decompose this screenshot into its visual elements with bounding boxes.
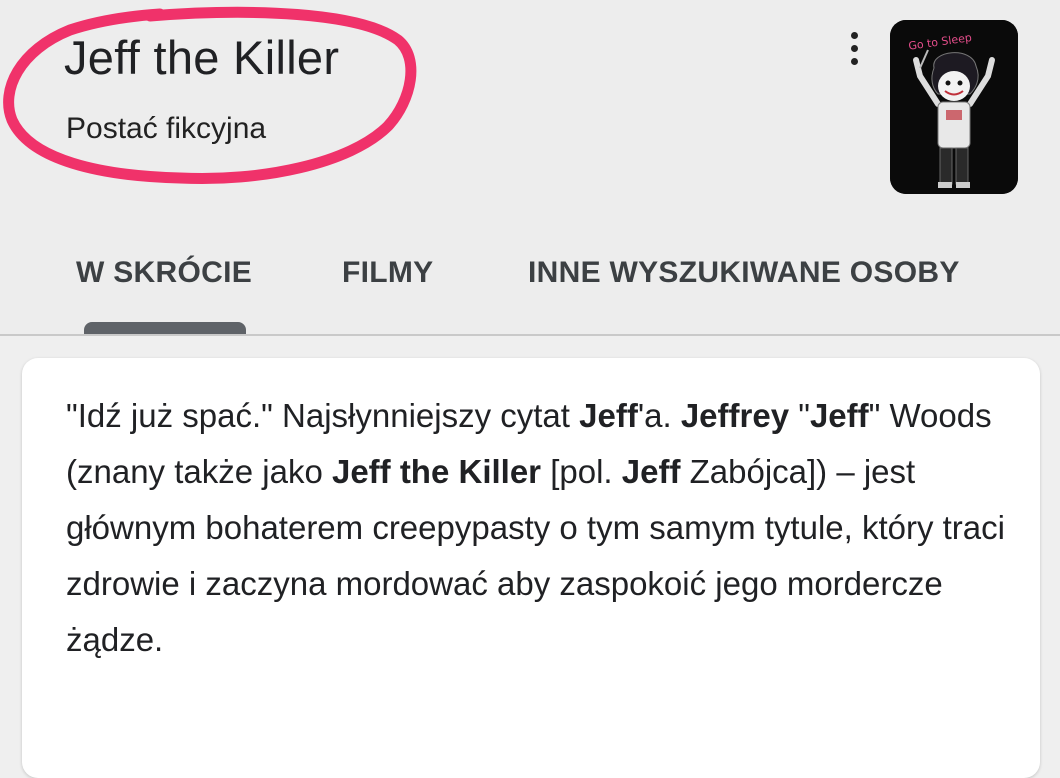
entity-subtitle: Postać fikcyjna [66, 112, 267, 145]
tab-overview[interactable]: W SKRÓCIE [76, 256, 252, 290]
entity-thumbnail[interactable]: Go to Sleep [890, 20, 1018, 194]
more-vertical-icon [850, 31, 858, 39]
tab-movies[interactable]: FILMY [342, 256, 434, 290]
description-bold-segment: Jeff [621, 453, 681, 490]
tab-bar: W SKRÓCIE FILMY INNE WYSZUKIWANE OSOBY [0, 248, 1060, 336]
description-bold-segment: Jeffrey [680, 397, 790, 434]
header-divider [0, 334, 1060, 336]
description-card: "Idź już spać." Najsłynniejszy cytat Jef… [22, 358, 1040, 778]
description-segment: [pol. [541, 453, 622, 490]
description-segment: 'a. [637, 397, 681, 434]
knowledge-panel-header: Jeff the Killer Postać fikcyjna Go to Sl… [0, 0, 1060, 336]
entity-title: Jeff the Killer [64, 31, 340, 84]
description-segment: "Idź już spać." Najsłynniejszy cytat [66, 397, 580, 434]
description-segment: " [789, 397, 810, 434]
tab-people-also-search[interactable]: INNE WYSZUKIWANE OSOBY [528, 256, 960, 290]
description-text: "Idź już spać." Najsłynniejszy cytat Jef… [66, 388, 1016, 668]
description-bold-segment: Jeff the Killer [331, 453, 542, 490]
description-bold-segment: Jeff [809, 397, 869, 434]
more-options-button[interactable] [836, 24, 872, 72]
description-bold-segment: Jeff [579, 397, 638, 434]
character-image: Go to Sleep [890, 20, 1018, 194]
